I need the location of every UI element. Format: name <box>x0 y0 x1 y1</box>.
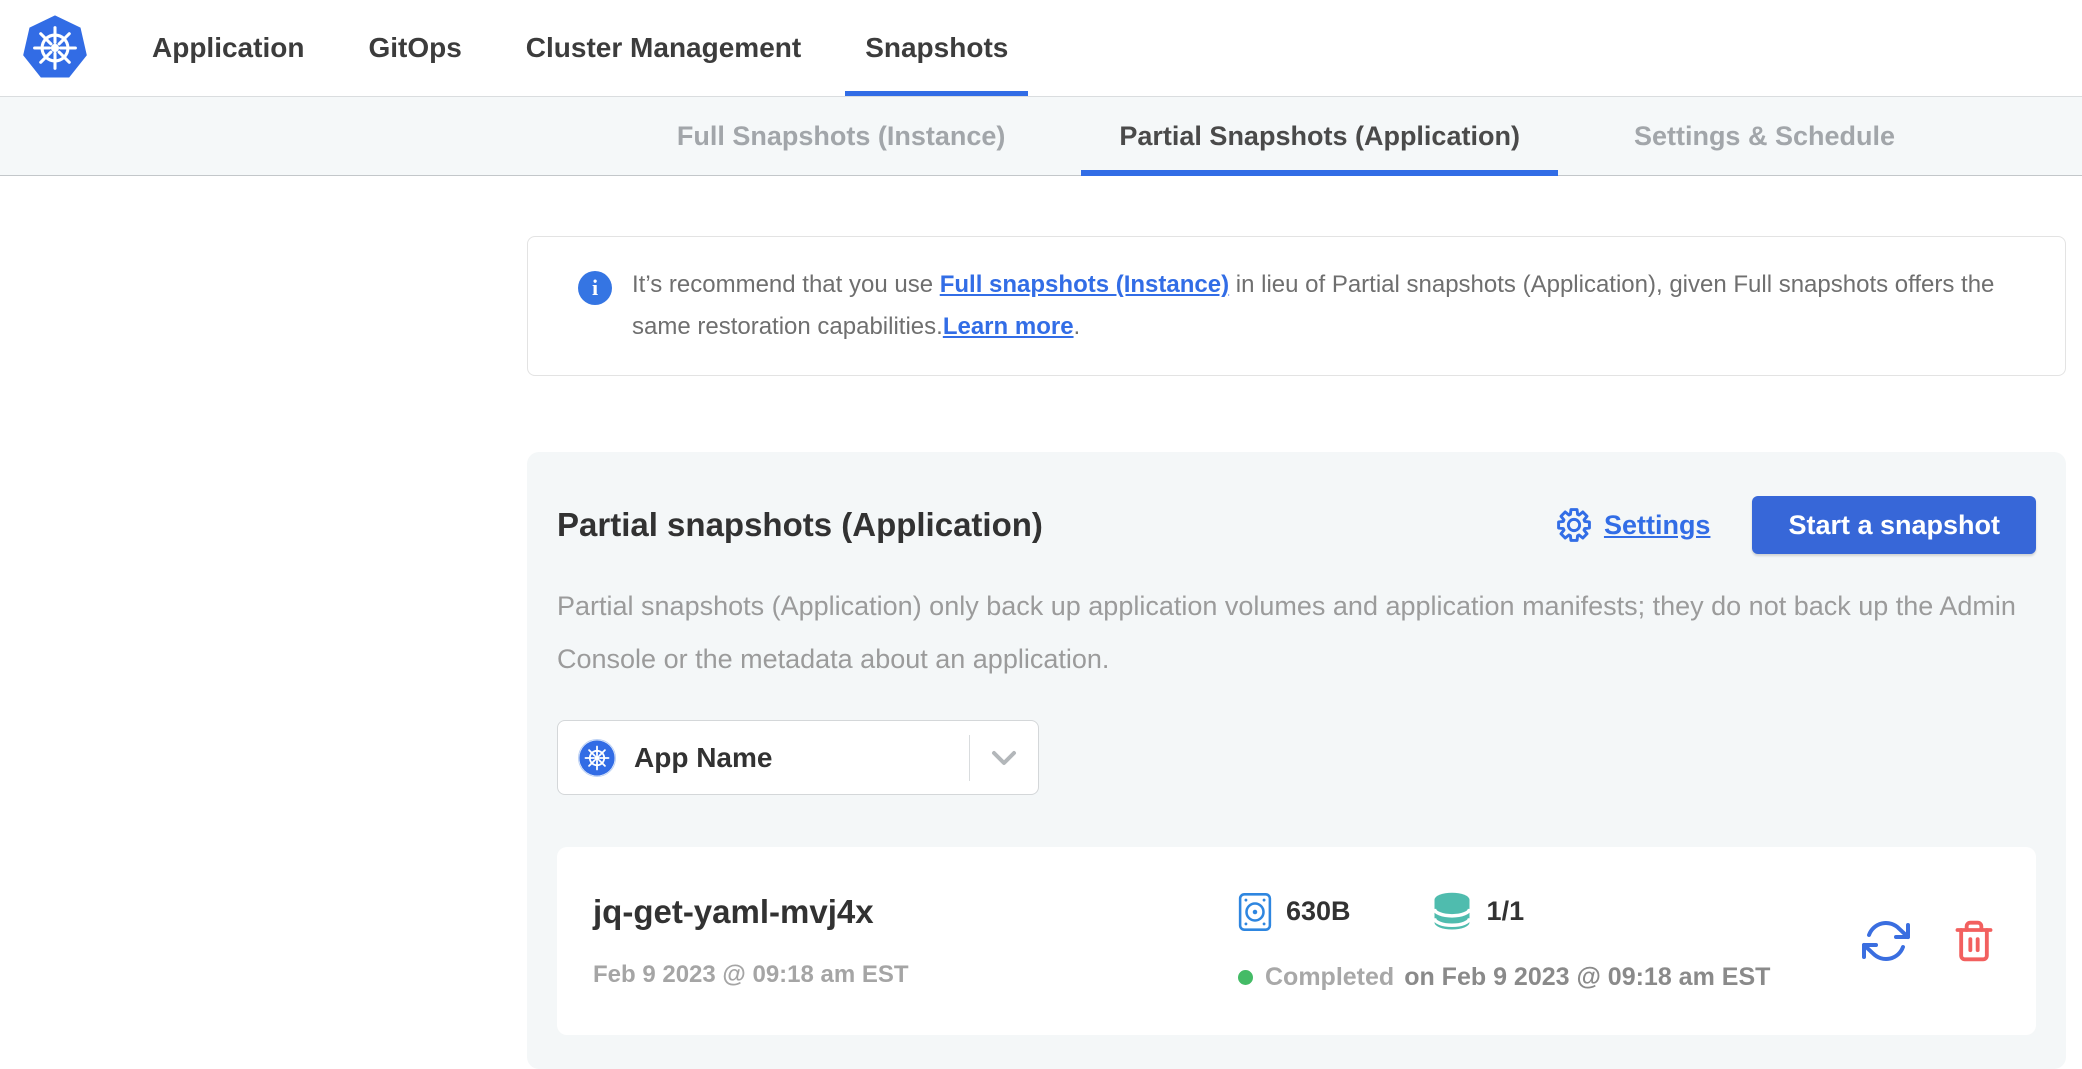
snapshots-sub-navigation: Full Snapshots (Instance) Partial Snapsh… <box>0 96 2082 176</box>
snapshot-volumes-value: 1/1 <box>1487 896 1525 927</box>
tab-partial-snapshots-application[interactable]: Partial Snapshots (Application) <box>1081 97 1558 175</box>
restore-snapshot-button[interactable] <box>1862 917 1910 965</box>
snapshot-status: Completed <box>1265 963 1394 992</box>
snapshot-actions <box>1862 917 2000 965</box>
tab-settings-schedule[interactable]: Settings & Schedule <box>1596 97 1933 175</box>
info-banner-text: It’s recommend that you use Full snapsho… <box>632 264 2025 348</box>
nav-item-cluster-management[interactable]: Cluster Management <box>494 0 833 96</box>
snapshot-settings-link[interactable]: Settings <box>1556 507 1711 543</box>
snapshot-stats-line: 630B 1/1 <box>1238 891 1862 933</box>
partial-snapshots-panel: Partial snapshots (Application) Settings… <box>527 452 2066 1069</box>
snapshot-started-timestamp: Feb 9 2023 @ 09:18 am EST <box>593 961 1238 989</box>
snapshot-stats: 630B 1/1 Completed on Feb 9 2023 @ <box>1238 891 1862 992</box>
nav-item-gitops[interactable]: GitOps <box>336 0 493 96</box>
snapshot-finished-timestamp: on Feb 9 2023 @ 09:18 am EST <box>1404 963 1770 992</box>
info-icon: i <box>578 271 612 305</box>
trash-icon <box>1952 919 1996 963</box>
info-banner: i It’s recommend that you use Full snaps… <box>527 236 2066 376</box>
snapshot-size-stat: 630B <box>1238 892 1351 932</box>
snapshot-size-value: 630B <box>1286 896 1351 927</box>
chevron-down-icon[interactable] <box>970 750 1038 766</box>
snapshot-status-line: Completed on Feb 9 2023 @ 09:18 am EST <box>1238 963 1862 992</box>
banner-text-after: . <box>1074 313 1081 340</box>
tab-full-snapshots-instance[interactable]: Full Snapshots (Instance) <box>639 97 1044 175</box>
snapshot-volumes-stat: 1/1 <box>1431 891 1525 933</box>
banner-text-before: It’s recommend that you use <box>632 271 940 298</box>
green-status-dot <box>1238 970 1253 985</box>
learn-more-link[interactable]: Learn more <box>943 313 1074 340</box>
kubernetes-app-icon <box>578 739 616 777</box>
delete-snapshot-button[interactable] <box>1952 919 1996 963</box>
start-snapshot-button[interactable]: Start a snapshot <box>1752 496 2036 554</box>
panel-title: Partial snapshots (Application) <box>557 506 1556 544</box>
snapshot-list-item[interactable]: jq-get-yaml-mvj4x Feb 9 2023 @ 09:18 am … <box>557 847 2036 1035</box>
kubernetes-logo <box>20 14 90 82</box>
snapshot-name: jq-get-yaml-mvj4x <box>593 893 1238 931</box>
full-snapshots-instance-link[interactable]: Full snapshots (Instance) <box>940 271 1229 298</box>
panel-description: Partial snapshots (Application) only bac… <box>557 580 2027 686</box>
database-icon <box>1431 891 1473 933</box>
app-select-dropdown[interactable]: App Name <box>557 720 1039 795</box>
snapshot-main-info: jq-get-yaml-mvj4x Feb 9 2023 @ 09:18 am … <box>593 893 1238 989</box>
panel-header: Partial snapshots (Application) Settings… <box>557 496 2036 554</box>
settings-link-label: Settings <box>1604 510 1711 541</box>
disk-icon <box>1238 892 1272 932</box>
restore-icon <box>1862 917 1910 965</box>
nav-item-snapshots[interactable]: Snapshots <box>833 0 1040 96</box>
gear-icon <box>1556 507 1592 543</box>
app-select-value: App Name <box>634 742 969 774</box>
nav-item-application[interactable]: Application <box>120 0 336 96</box>
main-content: i It’s recommend that you use Full snaps… <box>0 176 2082 1069</box>
top-navigation: Application GitOps Cluster Management Sn… <box>0 0 2082 96</box>
